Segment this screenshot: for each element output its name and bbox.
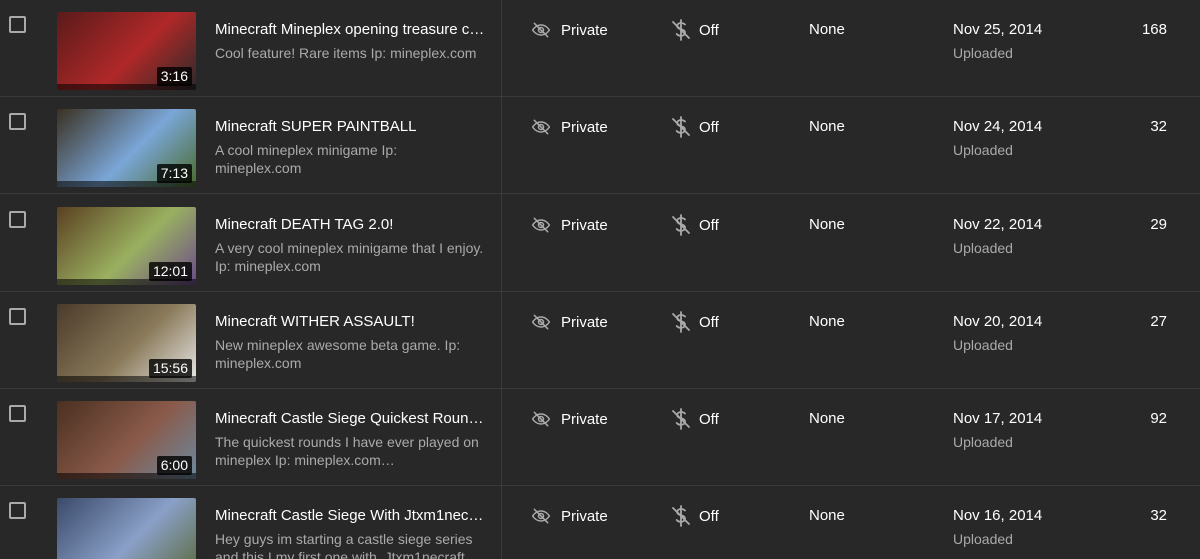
dollar-off-icon [671, 504, 691, 528]
video-description: A very cool mineplex minigame that I enj… [215, 240, 484, 274]
restrictions-label: None [809, 118, 845, 135]
view-count: 32 [1150, 507, 1167, 524]
visibility-label: Private [561, 118, 608, 136]
upload-date: Nov 22, 2014 [953, 216, 1043, 233]
video-thumbnail[interactable]: 3:16 [57, 12, 196, 90]
monetization-cell[interactable]: Off [671, 18, 719, 42]
monetization-label: Off [699, 410, 719, 428]
visibility-label: Private [561, 216, 608, 234]
eye-off-icon [531, 506, 551, 526]
video-title[interactable]: Minecraft Mineplex opening treasure c… [215, 20, 490, 40]
video-table: 3:16 Minecraft Mineplex opening treasure… [0, 0, 1200, 559]
table-row[interactable]: 12:01 Minecraft DEATH TAG 2.0! A very co… [0, 195, 1200, 292]
visibility-cell[interactable]: Private [531, 409, 608, 429]
video-thumbnail[interactable]: 6:00 [57, 401, 196, 479]
duration-badge: 12:01 [148, 262, 192, 281]
video-title[interactable]: Minecraft SUPER PAINTBALL [215, 117, 490, 137]
monetization-label: Off [699, 21, 719, 39]
restrictions-label: None [809, 216, 845, 233]
eye-off-icon [531, 312, 551, 332]
video-thumbnail[interactable]: 12:01 [57, 207, 196, 285]
visibility-label: Private [561, 313, 608, 331]
monetization-cell[interactable]: Off [671, 407, 719, 431]
video-title[interactable]: Minecraft DEATH TAG 2.0! [215, 215, 490, 235]
video-description: Hey guys im starting a castle siege seri… [215, 531, 473, 559]
thumbnail-image [57, 498, 196, 559]
visibility-cell[interactable]: Private [531, 312, 608, 332]
duration-badge: 3:16 [156, 67, 192, 86]
monetization-cell[interactable]: Off [671, 115, 719, 139]
duration-badge: 6:00 [156, 456, 192, 475]
eye-off-icon [531, 117, 551, 137]
video-description: Cool feature! Rare items Ip: mineplex.co… [215, 45, 477, 61]
table-row[interactable]: 3:16 Minecraft Mineplex opening treasure… [0, 0, 1200, 97]
dollar-off-icon [671, 213, 691, 237]
dollar-off-icon [671, 310, 691, 334]
monetization-cell[interactable]: Off [671, 213, 719, 237]
upload-date: Nov 25, 2014 [953, 21, 1043, 38]
video-title[interactable]: Minecraft WITHER ASSAULT! [215, 312, 490, 332]
visibility-label: Private [561, 507, 608, 525]
video-title[interactable]: Minecraft Castle Siege With Jtxm1nec… [215, 506, 490, 526]
table-row[interactable]: Minecraft Castle Siege With Jtxm1nec… He… [0, 486, 1200, 559]
visibility-cell[interactable]: Private [531, 20, 608, 40]
monetization-label: Off [699, 118, 719, 136]
dollar-off-icon [671, 407, 691, 431]
view-count: 32 [1150, 118, 1167, 135]
row-checkbox[interactable] [9, 308, 26, 325]
row-checkbox[interactable] [9, 16, 26, 33]
dollar-off-icon [671, 18, 691, 42]
duration-badge: 15:56 [148, 359, 192, 378]
row-checkbox[interactable] [9, 405, 26, 422]
monetization-label: Off [699, 313, 719, 331]
upload-status: Uploaded [953, 142, 1013, 158]
eye-off-icon [531, 409, 551, 429]
table-row[interactable]: 7:13 Minecraft SUPER PAINTBALL A cool mi… [0, 97, 1200, 194]
visibility-cell[interactable]: Private [531, 506, 608, 526]
video-description: New mineplex awesome beta game. Ip: mine… [215, 337, 461, 371]
table-row[interactable]: 15:56 Minecraft WITHER ASSAULT! New mine… [0, 292, 1200, 389]
restrictions-label: None [809, 313, 845, 330]
upload-status: Uploaded [953, 45, 1013, 61]
upload-date: Nov 16, 2014 [953, 507, 1043, 524]
monetization-label: Off [699, 216, 719, 234]
upload-status: Uploaded [953, 337, 1013, 353]
visibility-label: Private [561, 21, 608, 39]
table-row[interactable]: 6:00 Minecraft Castle Siege Quickest Rou… [0, 389, 1200, 486]
view-count: 29 [1150, 216, 1167, 233]
monetization-label: Off [699, 507, 719, 525]
visibility-cell[interactable]: Private [531, 215, 608, 235]
video-title[interactable]: Minecraft Castle Siege Quickest Roun… [215, 409, 490, 429]
upload-date: Nov 17, 2014 [953, 410, 1043, 427]
duration-badge: 7:13 [156, 164, 192, 183]
upload-status: Uploaded [953, 240, 1013, 256]
view-count: 168 [1141, 21, 1167, 38]
video-thumbnail[interactable] [57, 498, 196, 559]
visibility-cell[interactable]: Private [531, 117, 608, 137]
row-checkbox[interactable] [9, 502, 26, 519]
video-thumbnail[interactable]: 7:13 [57, 109, 196, 187]
view-count: 92 [1150, 410, 1167, 427]
video-thumbnail[interactable]: 15:56 [57, 304, 196, 382]
restrictions-label: None [809, 21, 845, 38]
video-description: The quickest rounds I have ever played o… [215, 434, 479, 468]
video-description: A cool mineplex minigame Ip: mineplex.co… [215, 142, 398, 176]
visibility-label: Private [561, 410, 608, 428]
restrictions-label: None [809, 507, 845, 524]
upload-status: Uploaded [953, 531, 1013, 547]
monetization-cell[interactable]: Off [671, 310, 719, 334]
row-checkbox[interactable] [9, 211, 26, 228]
row-checkbox[interactable] [9, 113, 26, 130]
monetization-cell[interactable]: Off [671, 504, 719, 528]
upload-date: Nov 24, 2014 [953, 118, 1043, 135]
view-count: 27 [1150, 313, 1167, 330]
eye-off-icon [531, 215, 551, 235]
dollar-off-icon [671, 115, 691, 139]
restrictions-label: None [809, 410, 845, 427]
eye-off-icon [531, 20, 551, 40]
upload-status: Uploaded [953, 434, 1013, 450]
upload-date: Nov 20, 2014 [953, 313, 1043, 330]
